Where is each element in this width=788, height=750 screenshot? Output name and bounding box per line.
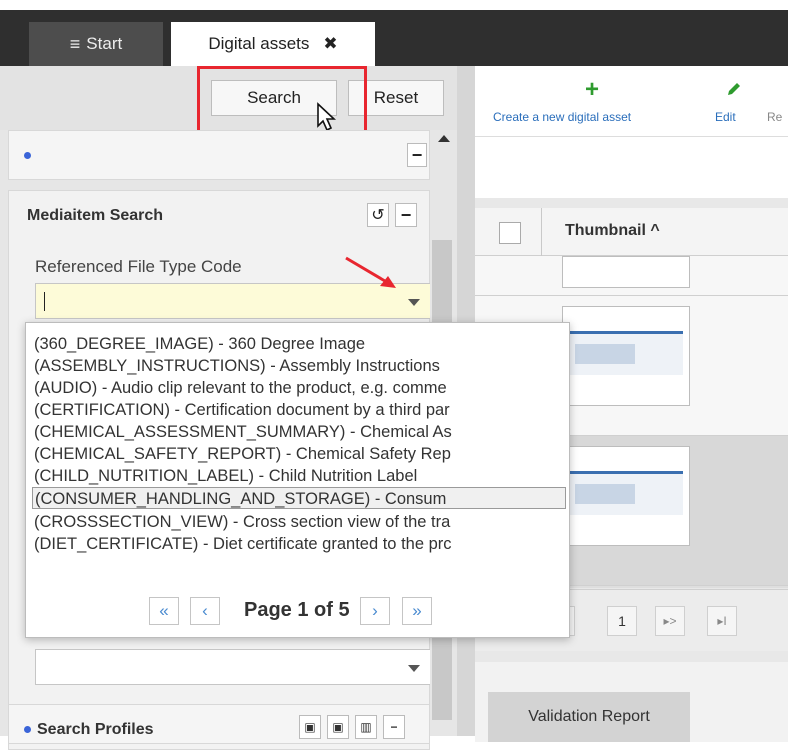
thumbnail-preview [569, 331, 683, 375]
tab-bar: ≡ Start Digital assets ✖ [0, 10, 788, 66]
text-caret [44, 292, 45, 311]
thumbnail-image [562, 306, 690, 406]
thumbnail-image [562, 446, 690, 546]
pencil-icon[interactable] [725, 80, 743, 98]
scroll-up-icon[interactable] [438, 135, 450, 142]
tab-digital-assets[interactable]: Digital assets ✖ [171, 22, 375, 66]
tab-start[interactable]: ≡ Start [29, 22, 163, 66]
section-title: Mediaitem Search [27, 207, 164, 224]
collapse-icon[interactable]: − [407, 143, 427, 167]
dropdown-option[interactable]: (AUDIO) - Audio clip relevant to the pro… [34, 377, 569, 399]
next-page-icon[interactable]: ▸> [655, 606, 685, 636]
dropdown-option[interactable]: (CHEMICAL_ASSESSMENT_SUMMARY) - Chemical… [34, 421, 569, 443]
dropdown-pager: « ‹ Page 1 of 5 › » [26, 595, 569, 629]
page-indicator: Page 1 of 5 [244, 599, 350, 621]
dropdown-option[interactable]: (CHEMICAL_SAFETY_REPORT) - Chemical Safe… [34, 443, 569, 465]
close-icon[interactable]: ✖ [323, 34, 337, 54]
first-page-button[interactable]: « [149, 597, 179, 625]
chevron-down-icon[interactable] [408, 665, 420, 672]
results-toolbar: + Create a new digital asset Edit Re [475, 66, 788, 136]
validation-report-tab[interactable]: Validation Report [488, 692, 690, 742]
table-row[interactable] [475, 256, 788, 296]
dropdown-option[interactable]: (360_DEGREE_IMAGE) - 360 Degree Image [34, 333, 569, 355]
thumbnail-image [562, 256, 690, 288]
current-page-number[interactable]: 1 [607, 606, 637, 636]
reset-button[interactable]: Reset [348, 80, 444, 116]
search-profiles-title: Search Profiles [37, 721, 154, 738]
chevron-down-icon[interactable] [408, 299, 420, 306]
next-page-button[interactable]: › [360, 597, 390, 625]
collapsed-section: − [8, 130, 430, 180]
menu-icon: ≡ [69, 33, 81, 54]
dropdown-option[interactable]: (DIET_CERTIFICATE) - Diet certificate gr… [34, 533, 569, 555]
last-page-button[interactable]: » [402, 597, 432, 625]
collapse-icon[interactable]: − [383, 715, 405, 739]
search-toolbar: Search Reset [0, 66, 457, 142]
search-profiles-section: Search Profiles ▣ ▣ ▥ − [8, 704, 430, 744]
grid-header: Thumbnail ^ [475, 208, 788, 256]
red-arrow-icon [345, 256, 396, 288]
save-as-icon[interactable]: ▣ [327, 715, 349, 739]
dropdown-option[interactable]: (ASSEMBLY_INSTRUCTIONS) - Assembly Instr… [34, 355, 569, 377]
dropdown-option[interactable]: (CERTIFICATION) - Certification document… [34, 399, 569, 421]
section-dot-icon [24, 152, 31, 159]
thumbnail-preview [569, 471, 683, 515]
filter-strip [475, 136, 788, 198]
collapse-icon[interactable]: − [395, 203, 417, 227]
dropdown-option[interactable]: (CHILD_NUTRITION_LABEL) - Child Nutritio… [34, 465, 569, 487]
section-dot-icon [24, 726, 31, 733]
dropdown-option[interactable]: (CROSSSECTION_VIEW) - Cross section view… [34, 511, 569, 533]
create-asset-button[interactable]: Create a new digital asset [493, 110, 631, 124]
mouse-cursor-icon [317, 102, 337, 132]
toolbar-button-truncated[interactable]: Re [767, 110, 782, 124]
plus-icon[interactable]: + [585, 76, 599, 104]
select-all-checkbox[interactable] [499, 222, 521, 244]
file-type-dropdown: (360_DEGREE_IMAGE) - 360 Degree Image (A… [25, 322, 570, 638]
edit-button[interactable]: Edit [715, 110, 736, 124]
column-header-thumbnail[interactable]: Thumbnail ^ [565, 222, 660, 240]
last-page-icon[interactable]: ▸I [707, 606, 737, 636]
field-label-referenced-file-type: Referenced File Type Code [35, 257, 242, 276]
tab-digital-assets-label: Digital assets [208, 34, 310, 53]
reset-section-icon[interactable]: ↺ [367, 203, 389, 227]
top-strip [0, 0, 788, 10]
information-provider-input[interactable] [35, 649, 431, 685]
prev-page-button[interactable]: ‹ [190, 597, 220, 625]
dropdown-option-selected[interactable]: (CONSUMER_HANDLING_AND_STORAGE) - Consum [32, 487, 566, 509]
save-icon[interactable]: ▣ [299, 715, 321, 739]
delete-icon[interactable]: ▥ [355, 715, 377, 739]
tab-start-label: Start [86, 34, 123, 53]
